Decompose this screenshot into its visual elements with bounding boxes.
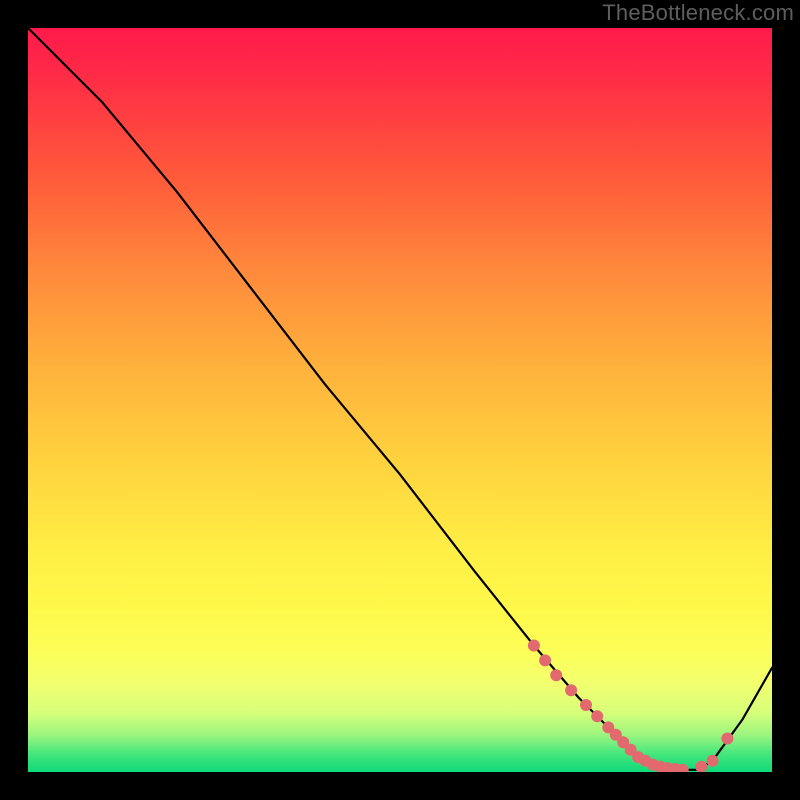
curve-marker xyxy=(565,684,577,696)
plot-area xyxy=(28,28,772,772)
curve-marker xyxy=(528,640,540,652)
curve-marker xyxy=(580,699,592,711)
watermark-text: TheBottleneck.com xyxy=(602,0,794,26)
curve-marker xyxy=(695,761,707,772)
marker-group xyxy=(528,640,734,773)
chart-frame: TheBottleneck.com xyxy=(0,0,800,800)
curve-marker xyxy=(721,733,733,745)
bottleneck-curve xyxy=(28,28,772,770)
chart-svg xyxy=(28,28,772,772)
curve-marker xyxy=(539,654,551,666)
curve-marker xyxy=(591,710,603,722)
curve-marker xyxy=(550,669,562,681)
curve-marker xyxy=(707,755,719,767)
